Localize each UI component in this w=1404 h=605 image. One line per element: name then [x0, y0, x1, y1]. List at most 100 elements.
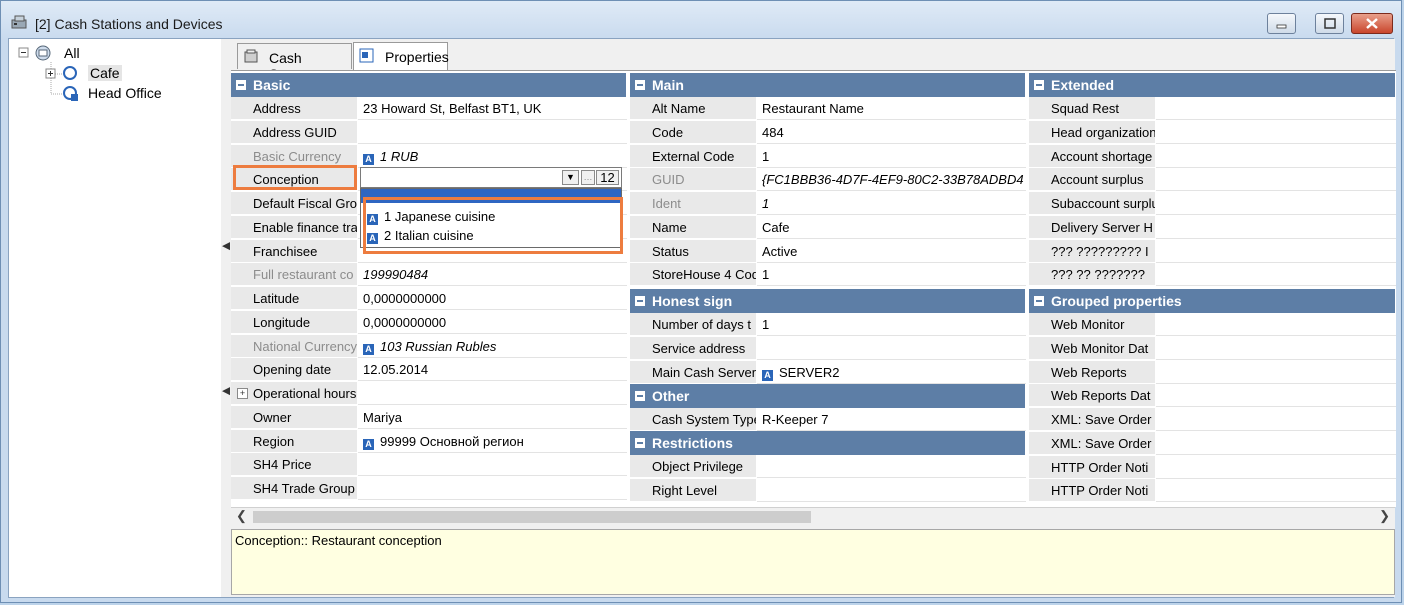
property-value[interactable]: Mariya: [358, 406, 627, 429]
section-header-honest-sign[interactable]: Honest sign: [630, 289, 1025, 313]
property-row-code[interactable]: Code 484: [630, 120, 1026, 145]
property-value[interactable]: 1: [757, 145, 1026, 168]
property-value[interactable]: [358, 121, 627, 144]
property-row-ident[interactable]: Ident 1: [630, 192, 1026, 216]
property-row-object-privilege[interactable]: Object Privilege: [630, 455, 1026, 479]
close-button[interactable]: [1351, 13, 1393, 34]
collapse-icon[interactable]: [635, 438, 645, 448]
title-bar[interactable]: [2] Cash Stations and Devices: [1, 1, 1401, 37]
property-name[interactable]: Address GUID: [231, 120, 357, 144]
property-name[interactable]: Alt Name: [630, 97, 756, 120]
property-row-sh4-trade-group[interactable]: SH4 Trade Group: [231, 477, 627, 501]
property-name[interactable]: Subaccount surplus: [1029, 192, 1155, 215]
property-value[interactable]: Active: [757, 240, 1026, 263]
property-value[interactable]: [358, 382, 627, 405]
section-header-other[interactable]: Other: [630, 384, 1025, 408]
scroll-left-icon[interactable]: ❮: [236, 508, 247, 524]
property-value[interactable]: [1156, 216, 1396, 239]
property-value[interactable]: [1156, 361, 1396, 384]
property-value[interactable]: R-Keeper 7: [757, 408, 1026, 431]
property-row-status[interactable]: Status Active: [630, 239, 1026, 264]
dropdown-arrow-icon[interactable]: ▼: [562, 170, 579, 185]
property-value[interactable]: Restaurant Name: [757, 97, 1026, 120]
property-row-opening-date[interactable]: Opening date 12.05.2014: [231, 358, 627, 382]
property-name[interactable]: XML: Save Order: [1029, 408, 1155, 431]
ellipsis-button[interactable]: …: [581, 170, 595, 185]
property-row-address[interactable]: Address 23 Howard St, Belfast BT1, UK: [231, 97, 627, 121]
property-value[interactable]: 1: [757, 263, 1026, 287]
collapse-icon[interactable]: [635, 80, 645, 90]
property-row-xml-save-order[interactable]: XML: Save Order: [1029, 408, 1396, 432]
horizontal-scrollbar[interactable]: ❮ ❯: [231, 507, 1395, 526]
property-name[interactable]: Full restaurant co: [231, 263, 357, 287]
property-name[interactable]: ??? ????????? I: [1029, 239, 1155, 263]
property-name[interactable]: + Operational hours: [231, 382, 357, 405]
property-name[interactable]: SH4 Price: [231, 453, 357, 477]
property-row-address-guid[interactable]: Address GUID: [231, 120, 627, 145]
property-value[interactable]: [1156, 337, 1396, 360]
property-name[interactable]: Ident: [630, 192, 756, 215]
property-row-web-monitor[interactable]: Web Monitor: [1029, 313, 1396, 337]
property-row-main-cash-server[interactable]: Main Cash Server A SERVER2: [630, 360, 1026, 385]
property-name[interactable]: Delivery Server H: [1029, 215, 1155, 239]
property-value[interactable]: A SERVER2: [757, 361, 1026, 384]
scroll-right-icon[interactable]: ❯: [1379, 508, 1390, 524]
property-row-xml-save-order[interactable]: XML: Save Order: [1029, 431, 1396, 456]
property-value[interactable]: 23 Howard St, Belfast BT1, UK: [358, 97, 627, 120]
property-value[interactable]: [1156, 121, 1396, 144]
section-header-extended[interactable]: Extended: [1029, 73, 1395, 97]
property-name[interactable]: Address: [231, 97, 357, 120]
property-name[interactable]: Main Cash Server: [630, 360, 756, 384]
property-value[interactable]: A 103 Russian Rubles: [358, 335, 627, 358]
property-value[interactable]: [1156, 263, 1396, 287]
tab-cash-servers[interactable]: Cash Servers: [237, 43, 352, 82]
property-name[interactable]: StoreHouse 4 Code: [630, 263, 756, 287]
property-name[interactable]: Enable finance tra: [231, 215, 357, 239]
property-value[interactable]: [1156, 240, 1396, 263]
property-value[interactable]: [1156, 192, 1396, 215]
property-name[interactable]: Region: [231, 429, 357, 453]
property-name[interactable]: Owner: [231, 405, 357, 429]
property-value[interactable]: 199990484: [358, 263, 627, 287]
section-header-basic[interactable]: Basic: [231, 73, 626, 97]
maximize-button[interactable]: [1315, 13, 1344, 34]
property-value[interactable]: 1: [757, 313, 1026, 336]
property-name[interactable]: ??? ?? ???????: [1029, 263, 1155, 287]
property-row-external-code[interactable]: External Code 1: [630, 144, 1026, 169]
section-header-restrictions[interactable]: Restrictions: [630, 431, 1025, 455]
property-row-alt-name[interactable]: Alt Name Restaurant Name: [630, 97, 1026, 121]
property-name[interactable]: GUID: [630, 168, 756, 192]
property-value[interactable]: 484: [757, 121, 1026, 144]
property-row-account-surplus[interactable]: Account surplus: [1029, 168, 1396, 192]
property-row-http-order-noti[interactable]: HTTP Order Noti: [1029, 479, 1396, 503]
property-value[interactable]: [1156, 384, 1396, 408]
expand-icon[interactable]: +: [237, 388, 248, 399]
property-value[interactable]: [358, 477, 627, 500]
property-name[interactable]: Head organization: [1029, 120, 1155, 144]
property-name[interactable]: Account shortage: [1029, 144, 1155, 168]
property-row-longitude[interactable]: Longitude 0,0000000000: [231, 310, 627, 335]
property-row-delivery-server-h[interactable]: Delivery Server H: [1029, 215, 1396, 240]
property-row-row[interactable]: ??? ?? ???????: [1029, 263, 1396, 287]
property-value[interactable]: [1156, 145, 1396, 168]
property-name[interactable]: Name: [630, 215, 756, 239]
property-value[interactable]: [1156, 432, 1396, 455]
property-row-service-address[interactable]: Service address: [630, 336, 1026, 361]
property-row-web-monitor-dat[interactable]: Web Monitor Dat: [1029, 336, 1396, 361]
property-value[interactable]: [757, 455, 1026, 478]
property-name[interactable]: Default Fiscal Gro: [231, 192, 357, 215]
section-header-main[interactable]: Main: [630, 73, 1025, 97]
property-name[interactable]: Longitude: [231, 310, 357, 334]
property-value[interactable]: A 1 RUB: [358, 145, 627, 168]
property-value[interactable]: 1: [757, 192, 1026, 215]
collapse-icon[interactable]: [236, 80, 246, 90]
property-name[interactable]: HTTP Order Noti: [1029, 479, 1155, 503]
property-row-i[interactable]: ??? ????????? I: [1029, 239, 1396, 264]
property-row-storehouse-4-code[interactable]: StoreHouse 4 Code 1: [630, 263, 1026, 287]
scroll-thumb[interactable]: [253, 511, 811, 523]
property-name[interactable]: Franchisee: [231, 239, 357, 263]
property-row-latitude[interactable]: Latitude 0,0000000000: [231, 287, 627, 311]
property-name[interactable]: Service address: [630, 336, 756, 360]
property-value[interactable]: 0,0000000000: [358, 287, 627, 310]
property-name[interactable]: Web Monitor Dat: [1029, 336, 1155, 360]
